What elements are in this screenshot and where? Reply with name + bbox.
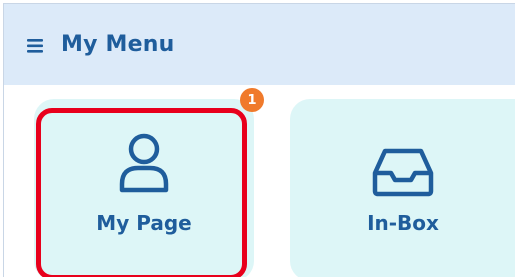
my-page-label: My Page bbox=[96, 211, 192, 235]
app-frame: My Menu My Page In-Box 1 bbox=[0, 0, 515, 277]
inbox-tray-icon bbox=[371, 147, 435, 201]
menu-header: My Menu bbox=[3, 3, 515, 85]
my-page-tile[interactable]: My Page bbox=[34, 99, 254, 277]
notification-badge: 1 bbox=[240, 88, 264, 112]
menu-title: My Menu bbox=[61, 32, 175, 57]
hamburger-menu-icon[interactable] bbox=[27, 36, 49, 54]
in-box-tile[interactable]: In-Box bbox=[290, 99, 515, 277]
person-icon bbox=[117, 132, 171, 198]
in-box-label: In-Box bbox=[367, 211, 439, 235]
menu-content: My Page In-Box bbox=[3, 85, 515, 277]
